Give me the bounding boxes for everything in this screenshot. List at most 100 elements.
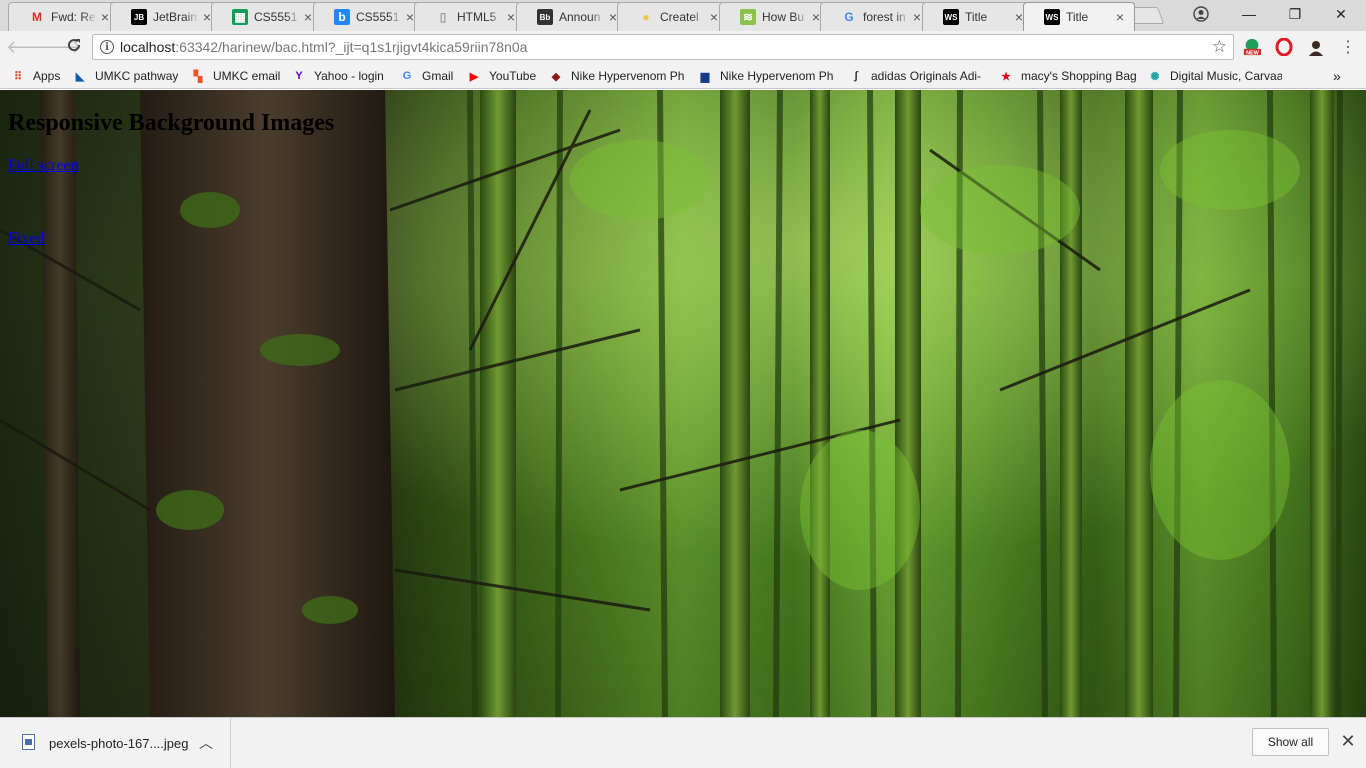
menu-kebab-icon[interactable]: ⋮ bbox=[1338, 37, 1358, 57]
tab-label: Createl bbox=[660, 10, 699, 24]
windows-icon: ▚ bbox=[193, 70, 203, 83]
box-icon: b bbox=[334, 9, 350, 25]
url-host: localhost bbox=[120, 39, 176, 55]
webstorm-icon: WS bbox=[1044, 9, 1060, 25]
bookmark-label: Apps bbox=[33, 69, 61, 83]
url-path: :63342/harinew/bac.html?_ijt=q1s1rjigvt4… bbox=[175, 39, 528, 55]
chevron-up-icon[interactable]: ︿ bbox=[199, 733, 213, 753]
tab-0[interactable]: M Fwd: Re × bbox=[8, 2, 120, 31]
svg-text:NEW: NEW bbox=[1246, 50, 1260, 56]
bookmark-label: Nike Hypervenom Ph bbox=[720, 69, 834, 83]
opera-icon[interactable] bbox=[1274, 37, 1294, 57]
page-icon: ▯ bbox=[439, 10, 447, 24]
bookmark-item[interactable]: ◆ Nike Hypervenom Ph bbox=[548, 67, 685, 85]
full-screen-link[interactable]: Full screen bbox=[8, 157, 79, 175]
page-heading: Responsive Background Images bbox=[8, 110, 335, 136]
close-shelf-icon[interactable]: ✕ bbox=[1339, 731, 1357, 751]
reload-icon bbox=[68, 39, 81, 52]
tab-8[interactable]: Gforest in × bbox=[820, 2, 932, 31]
bookmark-item[interactable]: G Gmail bbox=[399, 67, 454, 85]
bookmark-label: macy's Shopping Bag bbox=[1021, 69, 1137, 83]
minimize-button[interactable]: — bbox=[1226, 0, 1272, 28]
bookmark-label: Yahoo - login bbox=[314, 69, 384, 83]
bookmark-item[interactable]: ▚ UMKC email bbox=[190, 67, 281, 85]
bulb-icon: ● bbox=[642, 10, 650, 24]
music-icon: ✺ bbox=[1150, 70, 1160, 83]
tab-2[interactable]: ▦ CS5551 × bbox=[211, 2, 323, 31]
bookmark-star-icon[interactable]: ☆ bbox=[1212, 37, 1227, 57]
browser-toolbar: 🡐 🡒 i localhost:63342/harinew/bac.html?_… bbox=[0, 31, 1366, 63]
page-viewport: Responsive Background Images Full screen… bbox=[0, 90, 1366, 717]
youtube-icon: ▶ bbox=[469, 70, 479, 83]
tab-label: JetBrain bbox=[153, 10, 198, 24]
forest-background-image bbox=[0, 90, 1366, 717]
close-window-button[interactable]: ✕ bbox=[1318, 0, 1364, 28]
tab-9[interactable]: WS Title × bbox=[922, 2, 1034, 31]
tab-10[interactable]: WS Title × bbox=[1023, 2, 1135, 31]
bookmark-item[interactable]: ✺ Digital Music, Carvaa bbox=[1147, 67, 1282, 85]
gmail-icon: M bbox=[32, 10, 42, 24]
reload-button[interactable] bbox=[62, 35, 86, 59]
bookmark-item[interactable]: ∫ adidas Originals Adi- bbox=[848, 67, 981, 85]
store-icon: ▆ bbox=[700, 70, 710, 83]
bookmark-label: Gmail bbox=[422, 69, 454, 83]
tab-4[interactable]: ▯ HTML5 × bbox=[414, 2, 526, 31]
apps-grid-icon: ⠿ bbox=[13, 70, 23, 83]
tab-label: Fwd: Re bbox=[51, 10, 96, 24]
fixed-link[interactable]: Fixed bbox=[8, 230, 44, 248]
feather-icon: ∫ bbox=[854, 70, 858, 82]
sheets-icon: ▦ bbox=[232, 9, 248, 25]
tab-label: How Bu bbox=[762, 10, 805, 24]
tab-label: Announ bbox=[559, 10, 601, 24]
download-file-name: pexels-photo-167....jpeg bbox=[49, 736, 189, 751]
download-shelf: pexels-photo-167....jpeg ︿ Show all ✕ bbox=[0, 717, 1366, 768]
download-item[interactable]: pexels-photo-167....jpeg ︿ bbox=[0, 718, 231, 768]
bookmark-item[interactable]: ▆ Nike Hypervenom Ph bbox=[697, 67, 834, 85]
bookmark-label: YouTube bbox=[489, 69, 537, 83]
tab-5[interactable]: Bb Announ × bbox=[516, 2, 628, 31]
forward-button[interactable]: 🡒 bbox=[34, 35, 82, 59]
tab-3[interactable]: b CS5551 × bbox=[313, 2, 425, 31]
tab-label: CS5551 bbox=[254, 10, 298, 24]
bookmark-item[interactable]: ▶ YouTube bbox=[466, 67, 536, 85]
blackboard-icon: Bb bbox=[537, 9, 553, 25]
star-icon: ★ bbox=[1001, 70, 1011, 83]
show-all-button[interactable]: Show all bbox=[1252, 728, 1329, 756]
yahoo-icon: Y bbox=[295, 70, 303, 82]
extension-new-icon[interactable]: NEW bbox=[1242, 37, 1262, 57]
bookmarks-overflow-button[interactable]: » bbox=[1333, 67, 1341, 85]
tab-label: HTML5 bbox=[457, 10, 497, 24]
tab-close-icon[interactable]: × bbox=[1112, 9, 1128, 25]
tab-label: forest in bbox=[863, 10, 906, 24]
shield-icon: ◆ bbox=[551, 70, 561, 83]
tab-label: Title bbox=[965, 10, 988, 24]
bookmark-item[interactable]: Y Yahoo - login bbox=[291, 67, 384, 85]
profile-icon[interactable] bbox=[1178, 0, 1224, 28]
google-icon: G bbox=[844, 10, 854, 24]
tab-1[interactable]: JB JetBrain × bbox=[110, 2, 222, 31]
maximize-button[interactable]: ❐ bbox=[1272, 0, 1318, 28]
bookmark-item[interactable]: ◣ UMKC pathway bbox=[72, 67, 179, 85]
image-file-icon bbox=[22, 734, 35, 750]
site-info-icon[interactable]: i bbox=[100, 40, 114, 54]
jetbrains-icon: JB bbox=[131, 9, 147, 25]
tab-strip: M Fwd: Re × JB JetBrain × ▦ CS5551 × b CS5551 × ▯ HTM… bbox=[0, 0, 1366, 31]
bookmark-label: adidas Originals Adi- bbox=[871, 69, 982, 83]
tab-6[interactable]: ● Createl × bbox=[617, 2, 729, 31]
address-bar[interactable]: i localhost:63342/harinew/bac.html?_ijt=… bbox=[92, 34, 1234, 60]
bookmark-label: Digital Music, Carvaa bbox=[1170, 69, 1282, 83]
bookmark-label: Nike Hypervenom Ph bbox=[571, 69, 685, 83]
tab-label: Title bbox=[1066, 10, 1089, 24]
bookmarks-bar: ⠿ Apps ◣ UMKC pathway ▚ UMKC email Y Yahoo - lo… bbox=[0, 63, 1366, 89]
google-icon: G bbox=[402, 70, 412, 82]
bookmark-item[interactable]: ★ macy's Shopping Bag bbox=[998, 67, 1137, 85]
back-button[interactable]: 🡐 bbox=[6, 35, 54, 59]
bookmark-label: UMKC pathway bbox=[95, 69, 179, 83]
user-avatar-icon[interactable] bbox=[1306, 37, 1326, 57]
bookmark-label: UMKC email bbox=[213, 69, 281, 83]
tab-label: CS5551 bbox=[356, 10, 400, 24]
bookmark-item[interactable]: ⠿ Apps bbox=[10, 67, 60, 85]
stack-icon: ≋ bbox=[740, 9, 756, 25]
tab-7[interactable]: ≋ How Bu × bbox=[719, 2, 831, 31]
umkc-icon: ◣ bbox=[75, 70, 85, 83]
